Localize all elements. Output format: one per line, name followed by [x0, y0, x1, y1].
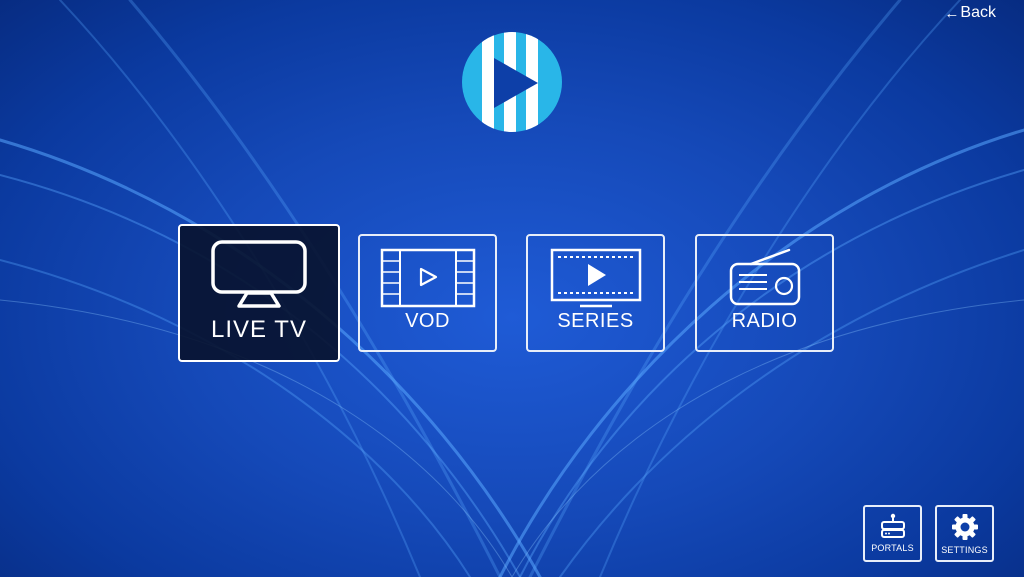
tile-live-tv[interactable]: LIVE TV [178, 224, 340, 362]
play-logo-icon [462, 32, 562, 132]
film-icon [380, 248, 475, 308]
settings-label: SETTINGS [941, 545, 988, 555]
left-arrow-icon: ← [944, 4, 960, 22]
settings-button[interactable]: SETTINGS [935, 505, 994, 562]
portals-button[interactable]: PORTALS [863, 505, 922, 562]
tile-vod-label: VOD [405, 310, 450, 332]
back-button[interactable]: ← Back [944, 4, 996, 22]
tile-radio-label: RADIO [731, 310, 798, 332]
gear-icon [951, 514, 978, 540]
portals-icon [880, 513, 905, 538]
tile-live-tv-label: LIVE TV [211, 316, 307, 343]
back-label: Back [960, 4, 996, 21]
tile-vod[interactable]: VOD [358, 234, 497, 352]
tile-radio[interactable]: RADIO [695, 234, 834, 352]
series-icon [550, 248, 641, 308]
radio-icon [729, 248, 800, 306]
tile-series-label: SERIES [557, 310, 634, 332]
tv-icon [211, 240, 307, 308]
portals-label: PORTALS [871, 543, 914, 553]
tile-series[interactable]: SERIES [526, 234, 665, 352]
